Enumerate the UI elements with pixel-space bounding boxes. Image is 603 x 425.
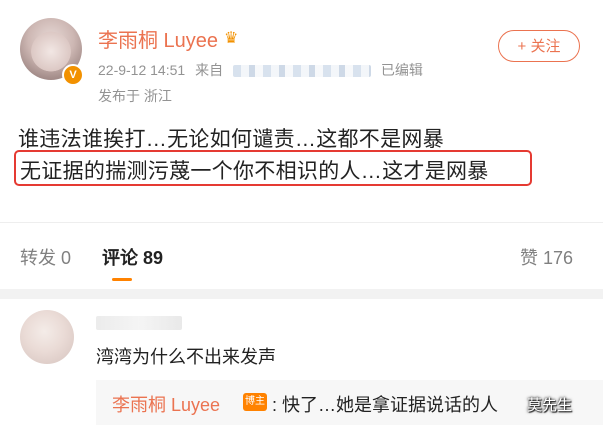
post-location: 发布于 浙江 [98, 88, 172, 104]
post-date: 22-9-12 14:51 [98, 62, 186, 78]
from-label: 来自 [195, 62, 224, 78]
author-badge: 博主 [243, 393, 267, 411]
post-text-line-1: 谁违法谁挨打…无论如何谴责…这都不是网暴 [18, 128, 444, 151]
follow-button[interactable]: + 关注 [498, 30, 580, 62]
source-blurred [232, 65, 371, 78]
reply-author[interactable]: 李雨桐 Luyee [112, 391, 220, 417]
comment-text: 湾湾为什么不出来发声 [96, 347, 276, 367]
section-divider [0, 289, 603, 299]
post-text-line-2: 无证据的揣测污蔑一个你不相识的人…这才是网暴 [20, 160, 489, 183]
reply-text: : 快了…她是拿证据说话的人 [272, 395, 499, 415]
watermark: 莫先生 [527, 397, 573, 414]
verified-icon: V [62, 64, 84, 86]
commenter-name-blurred[interactable] [96, 316, 182, 330]
tab-repost[interactable]: 转发 0 [20, 244, 71, 270]
post-meta: 22-9-12 14:51 来自 已编辑 [98, 60, 423, 80]
crown-icon: ♛ [224, 30, 239, 47]
tab-comment[interactable]: 评论 89 [102, 244, 163, 270]
active-tab-indicator [112, 278, 132, 281]
commenter-avatar[interactable] [20, 310, 74, 364]
author-name[interactable]: 李雨桐 Luyee [98, 24, 218, 53]
edited-label: 已编辑 [380, 62, 423, 78]
divider [0, 222, 603, 223]
tab-like[interactable]: 赞 176 [520, 244, 573, 270]
